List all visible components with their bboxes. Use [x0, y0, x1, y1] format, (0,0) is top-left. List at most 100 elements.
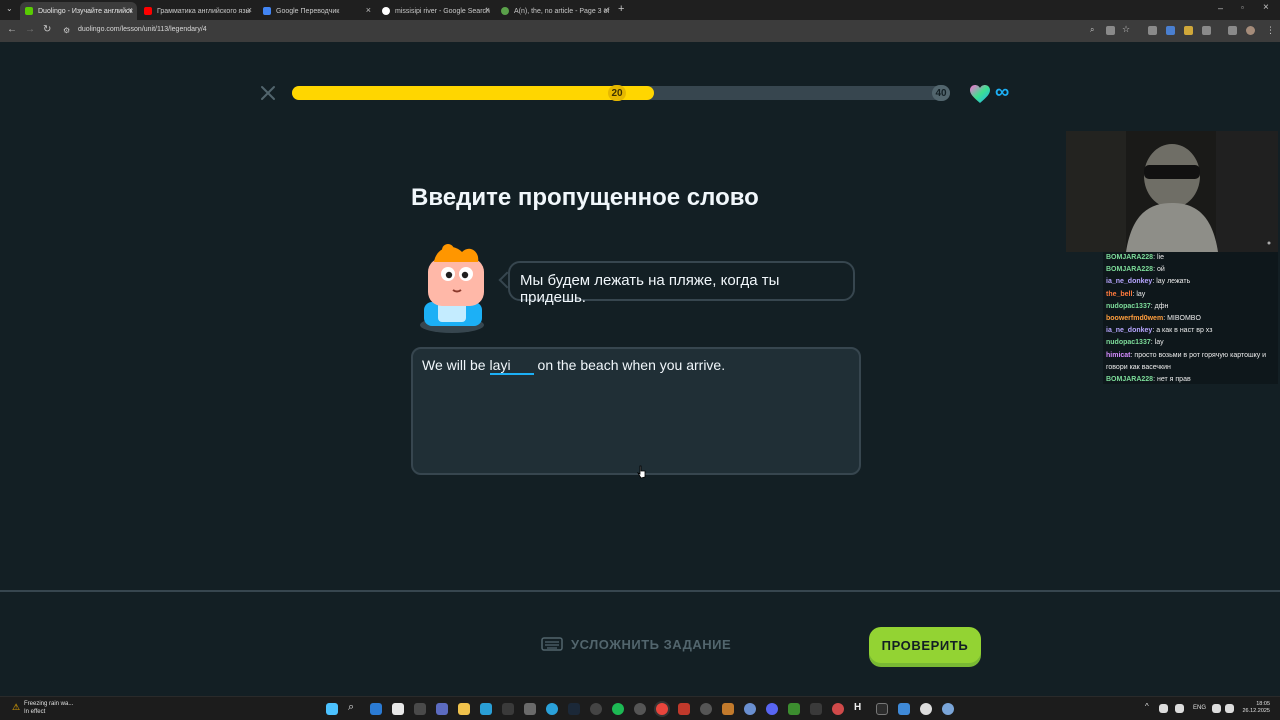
tab-duolingo[interactable]: Duolingo - Изучайте английск × — [20, 2, 137, 20]
site-info-icon[interactable]: ⚙ — [63, 26, 70, 35]
app-icon[interactable] — [480, 703, 492, 715]
chat-username: himicat — [1106, 351, 1131, 359]
infinite-hearts-count: ∞ — [995, 81, 1010, 103]
app-icon[interactable] — [722, 703, 734, 715]
app-icon[interactable] — [590, 703, 602, 715]
chat-message: nudopac1337: lay — [1106, 337, 1278, 349]
tray-app-icon[interactable] — [1159, 704, 1168, 713]
check-favicon-icon — [501, 7, 509, 15]
extension-icon[interactable] — [1184, 26, 1193, 35]
check-button[interactable]: ПРОВЕРИТЬ — [869, 627, 981, 663]
app-icon[interactable] — [634, 703, 646, 715]
chrome-icon[interactable] — [656, 703, 668, 715]
back-icon[interactable]: ← — [7, 24, 17, 35]
chat-message: ia_ne_donkey: а как в наст вр хз — [1106, 325, 1278, 337]
bookmark-star-icon[interactable]: ☆ — [1122, 24, 1131, 34]
close-window-icon[interactable]: × — [1263, 2, 1269, 13]
file-explorer-icon[interactable] — [458, 703, 470, 715]
weather-line1: Freezing rain wa... — [24, 701, 74, 707]
app-icon[interactable] — [392, 703, 404, 715]
minecraft-icon[interactable] — [788, 703, 800, 715]
tab-menu-icon[interactable]: ⌄ — [6, 4, 13, 13]
make-harder-button[interactable]: УСЛОЖНИТЬ ЗАДАНИЕ — [541, 633, 731, 655]
extension-icon[interactable] — [1148, 26, 1157, 35]
extensions-puzzle-icon[interactable] — [1202, 26, 1211, 35]
webcam-overlay — [1066, 131, 1278, 252]
chat-username: nudopac1337 — [1106, 302, 1151, 310]
app-icon[interactable] — [678, 703, 690, 715]
telegram-icon[interactable] — [546, 703, 558, 715]
close-lesson-icon[interactable] — [259, 84, 277, 102]
chat-text: дфн — [1154, 302, 1169, 310]
tab-close-icon[interactable]: × — [604, 5, 609, 15]
tab-close-icon[interactable]: × — [128, 5, 133, 15]
minimize-icon[interactable]: – — [1218, 3, 1223, 13]
volume-icon[interactable] — [1225, 704, 1234, 713]
app-icon[interactable] — [744, 703, 756, 715]
spotify-icon[interactable] — [612, 703, 624, 715]
tab-label: Google Переводчик — [276, 7, 340, 15]
network-icon[interactable] — [1212, 704, 1221, 713]
tab-google-search[interactable]: missisipi river - Google Search × — [377, 2, 494, 20]
blank-input[interactable]: layi — [489, 357, 534, 375]
search-icon[interactable]: ⌕ — [348, 701, 360, 713]
app-icon[interactable] — [414, 703, 426, 715]
chat-text: lay — [1154, 339, 1164, 347]
tab-close-icon[interactable]: × — [485, 5, 490, 15]
chat-message: nudopac1337: дфн — [1106, 301, 1278, 313]
app-icon[interactable] — [502, 703, 514, 715]
answer-area[interactable]: We will be layi on the beach when you ar… — [411, 347, 861, 475]
tab-translate[interactable]: Google Переводчик × — [258, 2, 375, 20]
windows-start-icon[interactable] — [326, 703, 338, 715]
make-harder-label: УСЛОЖНИТЬ ЗАДАНИЕ — [571, 636, 732, 652]
reload-icon[interactable]: ↻ — [43, 24, 51, 35]
taskview-icon[interactable] — [370, 703, 382, 715]
maximize-icon[interactable]: ▫ — [1241, 3, 1244, 12]
cast-icon[interactable] — [1106, 26, 1115, 35]
steam-icon[interactable] — [568, 703, 580, 715]
zoom-icon[interactable]: ⌕ — [1090, 25, 1099, 34]
app-icon[interactable] — [436, 703, 448, 715]
tray-app-icon[interactable] — [1175, 704, 1184, 713]
chat-username: BOMJARA228 — [1106, 266, 1154, 274]
tab-close-icon[interactable]: × — [366, 5, 371, 15]
chat-username: boowerfmd0wem — [1106, 315, 1164, 323]
clock[interactable]: 18:05 26.12.2025 — [1242, 701, 1270, 715]
terminal-icon[interactable] — [876, 703, 888, 715]
sidebar-icon[interactable] — [1228, 26, 1237, 35]
tab-close-icon[interactable]: × — [247, 5, 252, 15]
google-translate-favicon-icon — [263, 7, 271, 15]
weather-line2: In effect — [24, 709, 46, 715]
tab-grammar[interactable]: Грамматика английского язы × — [139, 2, 256, 20]
lesson-progress-bar: 20 40 — [292, 85, 950, 101]
browser-menu-icon[interactable]: ⋮ — [1266, 25, 1275, 36]
chat-message: the_bell: lay — [1106, 289, 1278, 301]
chat-message: boowerfmd0wem: MIBOMBO — [1106, 313, 1278, 325]
tab-articles[interactable]: A(n), the, no article - Page 3 of × — [496, 2, 613, 20]
discord-icon[interactable] — [766, 703, 778, 715]
clock-date: 26.12.2025 — [1242, 708, 1270, 714]
extension-icon[interactable] — [1166, 26, 1175, 35]
heart-icon — [969, 84, 991, 109]
language-indicator[interactable]: ENG — [1193, 705, 1206, 711]
forward-icon[interactable]: → — [25, 24, 35, 35]
app-icon[interactable] — [810, 703, 822, 715]
weather-widget[interactable]: Freezing rain wa... In effect — [24, 700, 73, 716]
tab-label: Duolingo - Изучайте английск — [38, 7, 133, 15]
chat-text: lay — [1136, 290, 1146, 298]
app-icon[interactable] — [898, 703, 910, 715]
app-icon[interactable] — [700, 703, 712, 715]
profile-avatar[interactable] — [1246, 26, 1255, 35]
app-icon[interactable] — [920, 703, 932, 715]
chat-username: the_bell — [1106, 290, 1133, 298]
url-field[interactable]: duolingo.com/lesson/unit/113/legendary/4 — [78, 26, 207, 33]
chat-username: ia_ne_donkey — [1106, 327, 1153, 335]
chat-message: himicat: просто возьми в рот горячую кар… — [1106, 350, 1278, 374]
app-icon[interactable] — [832, 703, 844, 715]
app-icon[interactable]: H — [854, 702, 866, 714]
page-title: Введите пропущенное слово — [411, 184, 759, 211]
app-icon[interactable] — [524, 703, 536, 715]
settings-icon[interactable] — [942, 703, 954, 715]
new-tab-button[interactable]: + — [618, 3, 624, 15]
tray-chevron-icon[interactable]: ^ — [1145, 702, 1149, 711]
